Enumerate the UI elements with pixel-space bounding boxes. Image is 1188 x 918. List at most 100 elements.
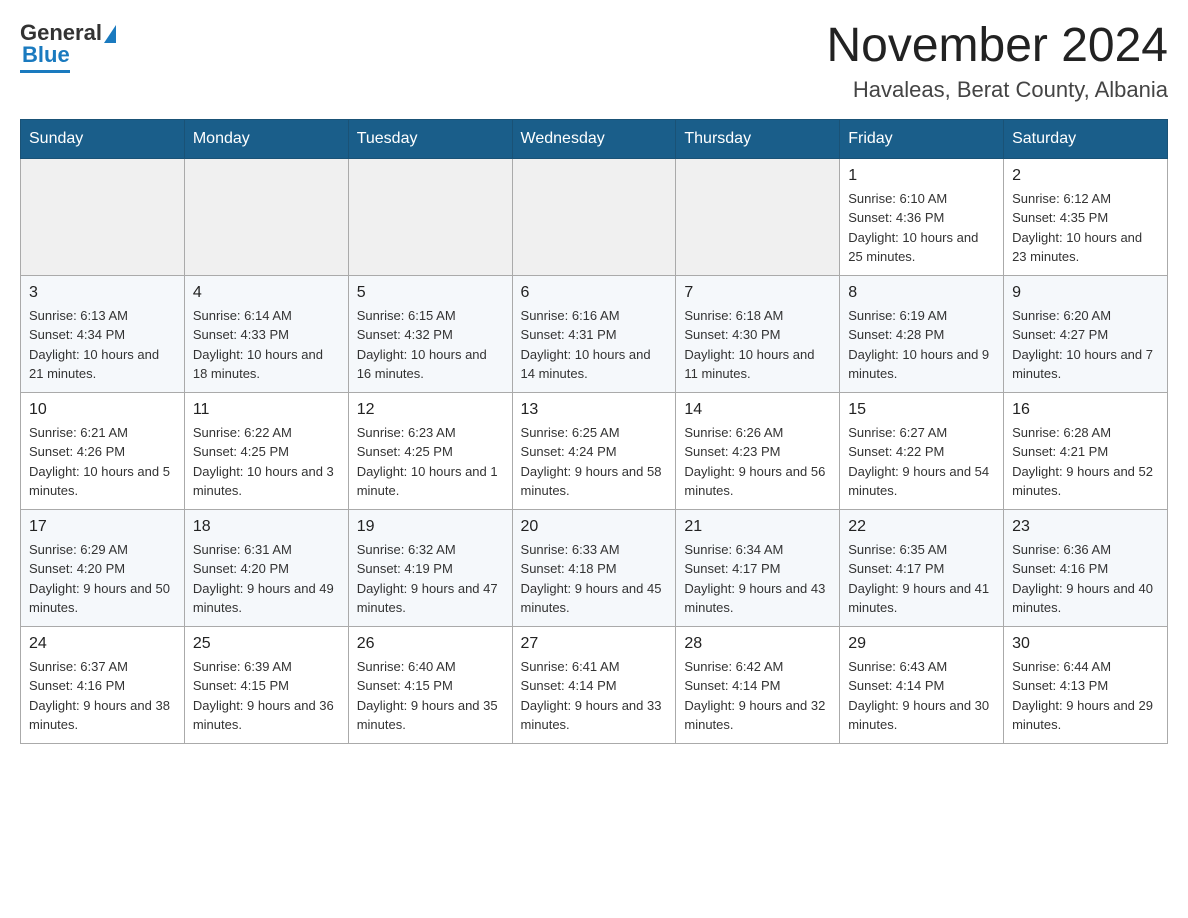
calendar-cell: 13Sunrise: 6:25 AMSunset: 4:24 PMDayligh… [512,392,676,509]
day-number: 10 [29,401,176,419]
day-info: Sunrise: 6:19 AMSunset: 4:28 PMDaylight:… [848,306,995,384]
logo: General Blue [20,20,116,73]
calendar-header-monday: Monday [184,119,348,158]
day-info: Sunrise: 6:26 AMSunset: 4:23 PMDaylight:… [684,423,831,501]
day-number: 21 [684,518,831,536]
calendar-header-row: SundayMondayTuesdayWednesdayThursdayFrid… [21,119,1168,158]
day-info: Sunrise: 6:31 AMSunset: 4:20 PMDaylight:… [193,540,340,618]
calendar-cell: 18 Sunrise: 6:31 AMSunset: 4:20 PMDayligh… [184,509,348,626]
calendar-cell [512,158,676,275]
day-info: Sunrise: 6:14 AMSunset: 4:33 PMDaylight:… [193,306,340,384]
day-info: Sunrise: 6:35 AMSunset: 4:17 PMDaylight:… [848,540,995,618]
calendar-cell: 7Sunrise: 6:18 AMSunset: 4:30 PMDaylight… [676,275,840,392]
month-title: November 2024 [826,20,1168,73]
day-info: Sunrise: 6:10 AMSunset: 4:36 PMDaylight:… [848,189,995,267]
calendar-header-tuesday: Tuesday [348,119,512,158]
logo-triangle-icon [104,25,116,43]
calendar-cell [21,158,185,275]
day-number: 28 [684,635,831,653]
calendar-header-wednesday: Wednesday [512,119,676,158]
day-number: 29 [848,635,995,653]
day-number: 11 [193,401,340,419]
day-number: 2 [1012,167,1159,185]
calendar-cell: 23 Sunrise: 6:36 AMSunset: 4:16 PMDayligh… [1004,509,1168,626]
day-info: Sunrise: 6:27 AMSunset: 4:22 PMDaylight:… [848,423,995,501]
day-info: Sunrise: 6:28 AMSunset: 4:21 PMDaylight:… [1012,423,1159,501]
calendar-cell: 9 Sunrise: 6:20 AMSunset: 4:27 PMDaylight… [1004,275,1168,392]
day-number: 18 [193,518,340,536]
day-info: Sunrise: 6:36 AMSunset: 4:16 PMDaylight:… [1012,540,1159,618]
calendar-cell: 26Sunrise: 6:40 AMSunset: 4:15 PMDayligh… [348,626,512,743]
title-section: November 2024 Havaleas, Berat County, Al… [826,20,1168,103]
calendar-cell: 2 Sunrise: 6:12 AMSunset: 4:35 PMDaylight… [1004,158,1168,275]
day-number: 6 [521,284,668,302]
calendar-cell [184,158,348,275]
day-number: 14 [684,401,831,419]
calendar-cell: 29 Sunrise: 6:43 AMSunset: 4:14 PMDayligh… [840,626,1004,743]
day-number: 30 [1012,635,1159,653]
calendar-cell: 21Sunrise: 6:34 AMSunset: 4:17 PMDayligh… [676,509,840,626]
day-number: 19 [357,518,504,536]
calendar-cell: 25Sunrise: 6:39 AMSunset: 4:15 PMDayligh… [184,626,348,743]
day-info: Sunrise: 6:44 AMSunset: 4:13 PMDaylight:… [1012,657,1159,735]
calendar-week-row: 10 Sunrise: 6:21 AMSunset: 4:26 PMDayligh… [21,392,1168,509]
day-number: 1 [848,167,995,185]
calendar-header-friday: Friday [840,119,1004,158]
day-info: Sunrise: 6:20 AMSunset: 4:27 PMDaylight:… [1012,306,1159,384]
logo-blue-text: Blue [20,42,70,73]
calendar-cell: 27 Sunrise: 6:41 AMSunset: 4:14 PMDayligh… [512,626,676,743]
day-number: 27 [521,635,668,653]
calendar-cell: 19 Sunrise: 6:32 AMSunset: 4:19 PMDayligh… [348,509,512,626]
day-info: Sunrise: 6:21 AMSunset: 4:26 PMDaylight:… [29,423,176,501]
calendar-cell: 11Sunrise: 6:22 AMSunset: 4:25 PMDayligh… [184,392,348,509]
day-info: Sunrise: 6:39 AMSunset: 4:15 PMDaylight:… [193,657,340,735]
day-info: Sunrise: 6:37 AMSunset: 4:16 PMDaylight:… [29,657,176,735]
calendar-cell: 28 Sunrise: 6:42 AMSunset: 4:14 PMDayligh… [676,626,840,743]
day-number: 8 [848,284,995,302]
day-number: 23 [1012,518,1159,536]
day-number: 16 [1012,401,1159,419]
day-info: Sunrise: 6:40 AMSunset: 4:15 PMDaylight:… [357,657,504,735]
day-number: 5 [357,284,504,302]
calendar-cell [348,158,512,275]
calendar-cell: 22 Sunrise: 6:35 AMSunset: 4:17 PMDayligh… [840,509,1004,626]
day-number: 3 [29,284,176,302]
day-number: 17 [29,518,176,536]
day-info: Sunrise: 6:16 AMSunset: 4:31 PMDaylight:… [521,306,668,384]
calendar-cell: 6 Sunrise: 6:16 AMSunset: 4:31 PMDaylight… [512,275,676,392]
day-info: Sunrise: 6:25 AMSunset: 4:24 PMDaylight:… [521,423,668,501]
day-number: 22 [848,518,995,536]
calendar-header-saturday: Saturday [1004,119,1168,158]
day-info: Sunrise: 6:12 AMSunset: 4:35 PMDaylight:… [1012,189,1159,267]
day-info: Sunrise: 6:42 AMSunset: 4:14 PMDaylight:… [684,657,831,735]
calendar-cell: 12Sunrise: 6:23 AMSunset: 4:25 PMDayligh… [348,392,512,509]
calendar-cell: 5Sunrise: 6:15 AMSunset: 4:32 PMDaylight… [348,275,512,392]
calendar-table: SundayMondayTuesdayWednesdayThursdayFrid… [20,119,1168,744]
day-info: Sunrise: 6:43 AMSunset: 4:14 PMDaylight:… [848,657,995,735]
calendar-cell [676,158,840,275]
calendar-cell: 16 Sunrise: 6:28 AMSunset: 4:21 PMDayligh… [1004,392,1168,509]
day-number: 9 [1012,284,1159,302]
day-info: Sunrise: 6:23 AMSunset: 4:25 PMDaylight:… [357,423,504,501]
day-number: 20 [521,518,668,536]
calendar-header-sunday: Sunday [21,119,185,158]
calendar-cell: 10 Sunrise: 6:21 AMSunset: 4:26 PMDayligh… [21,392,185,509]
calendar-cell: 17 Sunrise: 6:29 AMSunset: 4:20 PMDayligh… [21,509,185,626]
page-header: General Blue November 2024 Havaleas, Ber… [20,20,1168,103]
calendar-cell: 8 Sunrise: 6:19 AMSunset: 4:28 PMDaylight… [840,275,1004,392]
day-info: Sunrise: 6:32 AMSunset: 4:19 PMDaylight:… [357,540,504,618]
day-info: Sunrise: 6:29 AMSunset: 4:20 PMDaylight:… [29,540,176,618]
calendar-week-row: 1 Sunrise: 6:10 AMSunset: 4:36 PMDaylight… [21,158,1168,275]
calendar-header-thursday: Thursday [676,119,840,158]
calendar-cell: 3Sunrise: 6:13 AMSunset: 4:34 PMDaylight… [21,275,185,392]
calendar-cell: 24 Sunrise: 6:37 AMSunset: 4:16 PMDayligh… [21,626,185,743]
calendar-week-row: 24 Sunrise: 6:37 AMSunset: 4:16 PMDayligh… [21,626,1168,743]
calendar-cell: 14 Sunrise: 6:26 AMSunset: 4:23 PMDayligh… [676,392,840,509]
calendar-week-row: 17 Sunrise: 6:29 AMSunset: 4:20 PMDayligh… [21,509,1168,626]
day-info: Sunrise: 6:41 AMSunset: 4:14 PMDaylight:… [521,657,668,735]
day-info: Sunrise: 6:33 AMSunset: 4:18 PMDaylight:… [521,540,668,618]
calendar-cell: 20 Sunrise: 6:33 AMSunset: 4:18 PMDayligh… [512,509,676,626]
calendar-cell: 4Sunrise: 6:14 AMSunset: 4:33 PMDaylight… [184,275,348,392]
calendar-cell: 1 Sunrise: 6:10 AMSunset: 4:36 PMDaylight… [840,158,1004,275]
day-number: 24 [29,635,176,653]
